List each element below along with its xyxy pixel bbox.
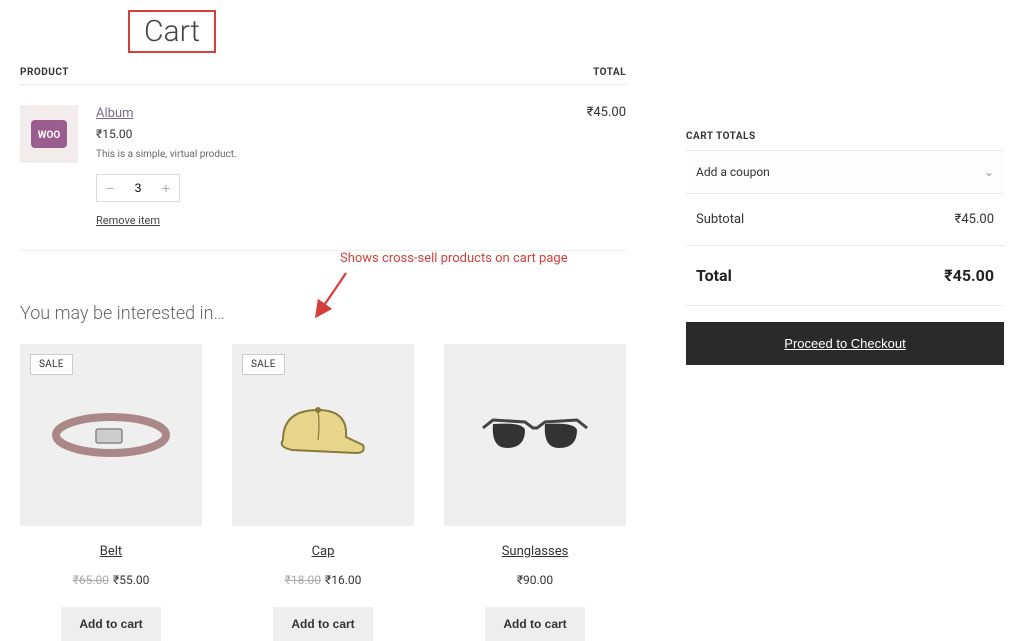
product-card-cap: SALE Cap ₹18.00 ₹16.00 Add to cart <box>232 344 414 641</box>
subtotal-value: ₹45.00 <box>955 212 994 227</box>
product-price: ₹90.00 <box>444 573 626 587</box>
total-label: Total <box>696 266 732 285</box>
remove-item-link[interactable]: Remove item <box>96 214 160 227</box>
cart-totals-sidebar: CART TOTALS Add a coupon ⌄ Subtotal ₹45.… <box>686 61 1004 641</box>
cap-icon <box>268 395 378 475</box>
total-column-header: TOTAL <box>593 67 626 78</box>
total-value: ₹45.00 <box>944 266 994 285</box>
quantity-stepper: − + <box>96 174 180 202</box>
proceed-to-checkout-button[interactable]: Proceed to Checkout <box>686 322 1004 365</box>
chevron-down-icon: ⌄ <box>984 165 994 179</box>
sale-badge: SALE <box>30 354 73 375</box>
subtotal-label: Subtotal <box>696 212 744 227</box>
add-to-cart-button[interactable]: Add to cart <box>273 607 372 641</box>
album-icon: WOO <box>29 114 69 154</box>
product-card-belt: SALE Belt ₹65.00 ₹55.00 Add to cart <box>20 344 202 641</box>
belt-icon <box>46 405 176 465</box>
product-price: ₹18.00 ₹16.00 <box>232 573 414 587</box>
original-price: ₹65.00 <box>73 573 109 587</box>
coupon-label: Add a coupon <box>696 165 770 179</box>
add-coupon-toggle[interactable]: Add a coupon ⌄ <box>686 151 1004 194</box>
sunglasses-icon <box>475 410 595 460</box>
product-image[interactable]: SALE <box>232 344 414 526</box>
product-description: This is a simple, virtual product. <box>96 149 538 160</box>
cart-item-row: WOO Album ₹15.00 This is a simple, virtu… <box>20 85 626 251</box>
product-card-sunglasses: Sunglasses ₹90.00 Add to cart <box>444 344 626 641</box>
product-image[interactable]: SALE <box>20 344 202 526</box>
product-image[interactable] <box>444 344 626 526</box>
cart-totals-heading: CART TOTALS <box>686 131 1004 151</box>
annotation-overlay: Shows cross-sell products on cart page <box>20 251 626 291</box>
quantity-decrease-button[interactable]: − <box>97 175 123 201</box>
annotation-text: Shows cross-sell products on cart page <box>340 251 568 266</box>
add-to-cart-button[interactable]: Add to cart <box>485 607 584 641</box>
product-price: ₹65.00 ₹55.00 <box>20 573 202 587</box>
svg-text:WOO: WOO <box>38 130 61 141</box>
product-link[interactable]: Cap <box>232 544 414 559</box>
product-link[interactable]: Belt <box>20 544 202 559</box>
product-line-total: ₹45.00 <box>556 105 626 228</box>
add-to-cart-button[interactable]: Add to cart <box>61 607 160 641</box>
sale-badge: SALE <box>242 354 285 375</box>
product-thumbnail[interactable]: WOO <box>20 105 78 163</box>
sale-price: ₹55.00 <box>113 573 149 587</box>
price: ₹90.00 <box>517 573 553 587</box>
sale-price: ₹16.00 <box>325 573 361 587</box>
product-column-header: PRODUCT <box>20 67 69 78</box>
product-link[interactable]: Sunglasses <box>444 544 626 559</box>
quantity-input[interactable] <box>123 175 153 201</box>
product-name-link[interactable]: Album <box>96 106 134 121</box>
product-unit-price: ₹15.00 <box>96 127 538 141</box>
original-price: ₹18.00 <box>285 573 321 587</box>
quantity-increase-button[interactable]: + <box>153 175 179 201</box>
annotation-arrow-icon <box>312 269 352 319</box>
page-title: Cart <box>128 10 216 53</box>
cart-main: PRODUCT TOTAL WOO Album ₹15.00 This is a… <box>20 61 626 641</box>
